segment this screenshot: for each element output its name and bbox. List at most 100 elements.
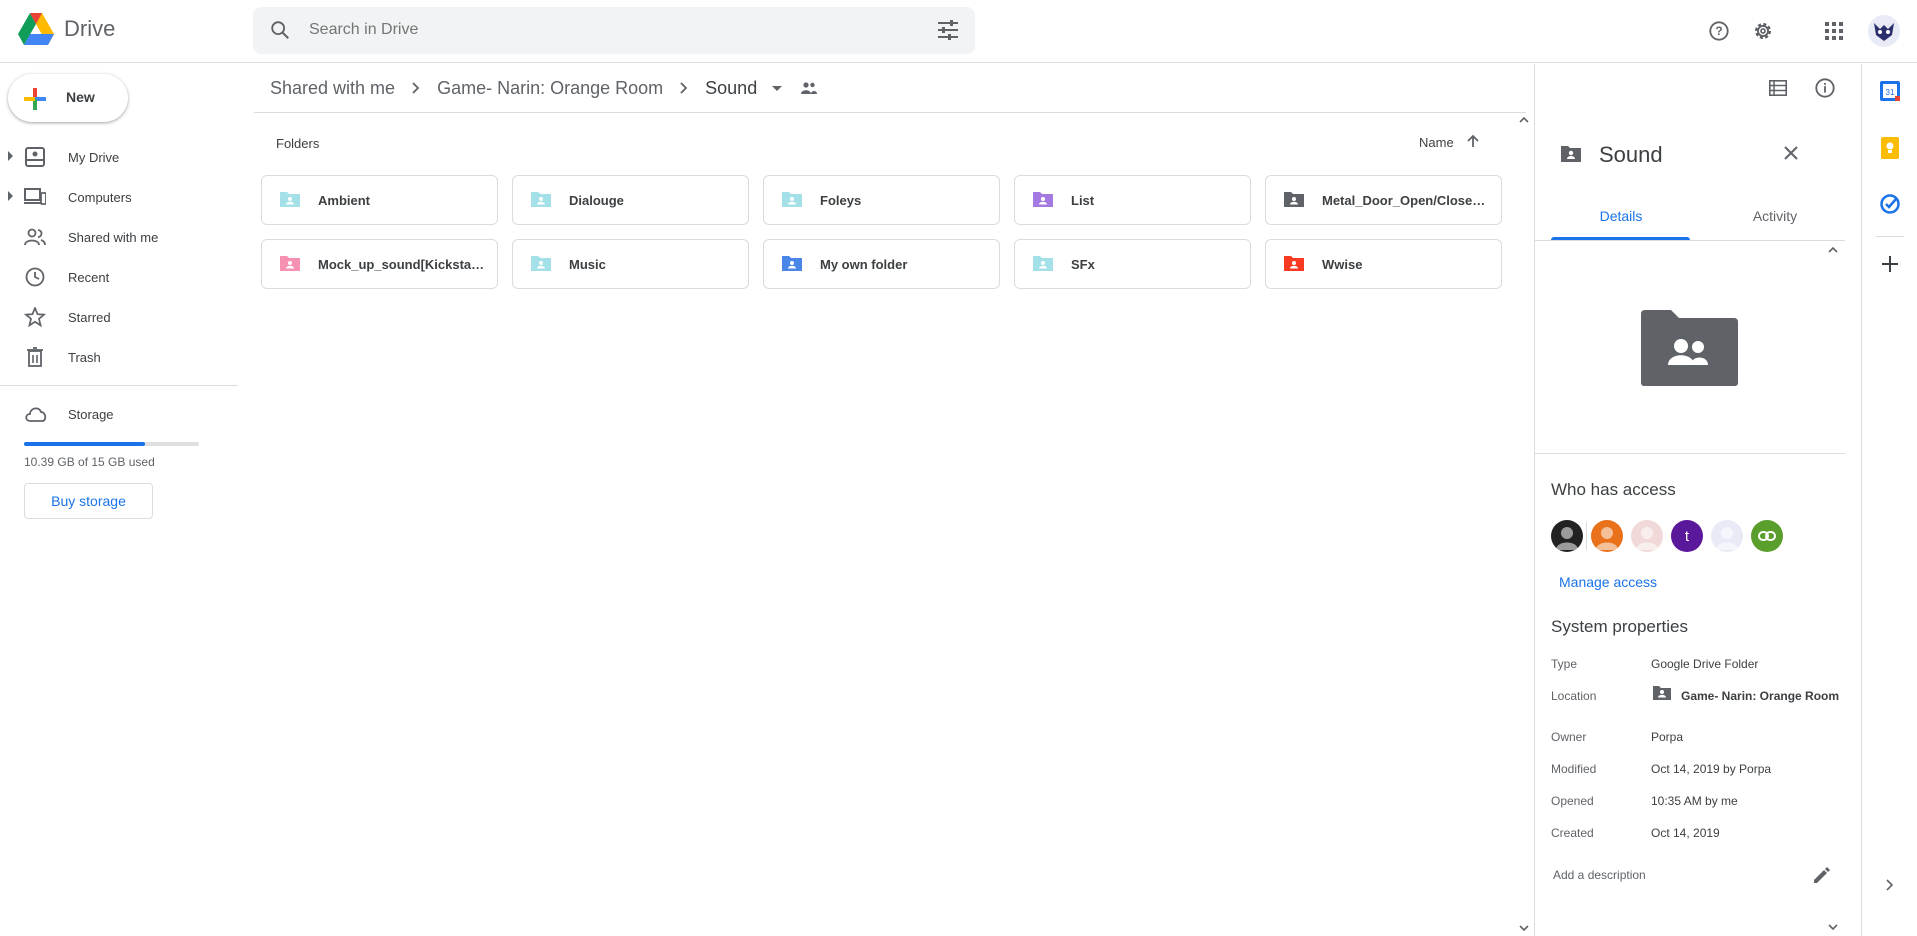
avatar-separator — [1586, 522, 1587, 550]
edit-pencil-icon[interactable] — [1813, 866, 1831, 884]
breadcrumb-current[interactable]: Sound — [689, 78, 763, 99]
folder-card[interactable]: Foleys — [763, 175, 1000, 225]
shared-folder-icon — [782, 192, 802, 207]
sidebar-item-starred[interactable]: Starred — [0, 301, 236, 333]
apps-button[interactable] — [1814, 11, 1854, 51]
folder-card[interactable]: Dialouge — [512, 175, 749, 225]
folder-card[interactable]: Music — [512, 239, 749, 289]
shared-folder-icon — [280, 256, 300, 271]
storage-label[interactable]: Storage — [68, 407, 114, 422]
tab-activity[interactable]: Activity — [1705, 208, 1845, 224]
drive-logo[interactable]: Drive — [18, 13, 115, 45]
trash-icon — [27, 347, 43, 367]
folder-card[interactable]: Ambient — [261, 175, 498, 225]
keep-app-button[interactable] — [1870, 128, 1910, 168]
user-avatar[interactable] — [1711, 520, 1743, 552]
folder-name: Wwise — [1322, 257, 1363, 272]
sidebar-item-recent[interactable]: Recent — [0, 261, 236, 293]
main-scrollbar[interactable] — [1517, 113, 1531, 936]
sidebar: New My Drive Computers Shared with me Re… — [0, 64, 240, 936]
tab-details[interactable]: Details — [1551, 208, 1691, 224]
buy-storage-button[interactable]: Buy storage — [24, 483, 153, 519]
tasks-app-button[interactable] — [1870, 184, 1910, 224]
storage-progress-bar — [24, 442, 199, 446]
sidebar-item-computers[interactable]: Computers — [0, 181, 236, 213]
folder-card[interactable]: Wwise — [1265, 239, 1502, 289]
prop-location-value[interactable]: Game- Narin: Orange Room — [1681, 689, 1839, 703]
folder-card[interactable]: SFx — [1014, 239, 1251, 289]
prop-owner-key: Owner — [1551, 730, 1587, 744]
prop-created-value: Oct 14, 2019 — [1651, 826, 1720, 840]
gear-icon — [1754, 22, 1772, 40]
add-description-field[interactable]: Add a description — [1553, 868, 1646, 882]
shared-folder-icon — [1033, 256, 1053, 271]
search-bar[interactable] — [253, 7, 975, 54]
scroll-down-icon[interactable] — [1517, 923, 1531, 933]
clock-icon — [25, 267, 45, 287]
search-icon[interactable] — [269, 19, 291, 41]
sidebar-item-my-drive[interactable]: My Drive — [0, 141, 236, 173]
sort-label[interactable]: Name — [1419, 135, 1454, 150]
user-avatar[interactable] — [1591, 520, 1623, 552]
help-button[interactable]: ? — [1699, 11, 1739, 51]
folder-card[interactable]: Mock_up_sound[Kickstarter] — [261, 239, 498, 289]
folder-card[interactable]: My own folder — [763, 239, 1000, 289]
caret-down-icon[interactable] — [767, 80, 787, 96]
scroll-up-icon[interactable] — [1517, 115, 1531, 125]
folder-card[interactable]: List — [1014, 175, 1251, 225]
sidebar-item-label: Trash — [68, 350, 101, 365]
sidebar-item-trash[interactable]: Trash — [0, 341, 236, 373]
calendar-day-label: 31 — [1886, 88, 1895, 97]
new-button[interactable]: New — [8, 74, 128, 122]
folder-name: List — [1071, 193, 1095, 208]
prop-type-key: Type — [1551, 657, 1578, 671]
hide-side-panel-button[interactable] — [1870, 865, 1910, 905]
panel-scroll-down-icon[interactable] — [1827, 922, 1839, 932]
close-details-button[interactable] — [1771, 133, 1811, 173]
manage-access-link[interactable]: Manage access — [1559, 574, 1657, 590]
prop-opened-value: 10:35 AM by me — [1651, 794, 1738, 808]
avatar-face-icon — [1716, 527, 1738, 550]
prop-opened-key: Opened — [1551, 794, 1594, 808]
link-icon — [1758, 531, 1776, 541]
arrow-up-icon[interactable] — [1466, 134, 1480, 148]
sidebar-item-label: My Drive — [68, 150, 120, 165]
tabs-divider — [1535, 240, 1845, 241]
preview-divider — [1535, 453, 1845, 454]
breadcrumb-item[interactable]: Shared with me — [254, 78, 411, 99]
user-avatar[interactable] — [1631, 520, 1663, 552]
close-icon — [1784, 146, 1798, 160]
calendar-app-button[interactable]: 31 — [1870, 71, 1910, 111]
panel-scroll-up-icon[interactable] — [1827, 245, 1839, 255]
main-content: Folders Name Ambient Dialouge Foleys List Me… — [254, 113, 1516, 936]
expand-caret-icon[interactable] — [8, 151, 13, 161]
folder-card[interactable]: Metal_Door_Open/Close_R... — [1265, 175, 1502, 225]
location-folder-icon — [1653, 686, 1671, 700]
folder-name: Foleys — [820, 193, 862, 208]
sidebar-item-shared-with-me[interactable]: Shared with me — [0, 221, 236, 253]
get-addons-button[interactable] — [1870, 244, 1910, 284]
system-properties-heading: System properties — [1551, 617, 1688, 636]
breadcrumb-item[interactable]: Game- Narin: Orange Room — [421, 78, 679, 99]
search-options-icon[interactable] — [937, 20, 959, 40]
chevron-right-icon — [680, 82, 688, 94]
user-avatar[interactable] — [1551, 520, 1583, 552]
expand-caret-icon[interactable] — [8, 191, 13, 201]
calendar-icon: 31 — [1880, 81, 1900, 101]
search-input[interactable] — [309, 17, 869, 43]
sidebar-divider — [0, 385, 238, 386]
account-avatar[interactable] — [1864, 11, 1904, 51]
drive-logo-icon — [18, 13, 54, 45]
avatar-face-icon — [1636, 527, 1658, 550]
details-panel: Sound Details Activity Who has access t … — [1534, 64, 1845, 936]
link-sharing-avatar[interactable] — [1751, 520, 1783, 552]
avatar-face-icon — [1556, 527, 1578, 550]
plus-icon — [1882, 256, 1898, 272]
sidebar-item-label: Starred — [68, 310, 111, 325]
shared-folder-icon — [531, 256, 551, 271]
prop-created-key: Created — [1551, 826, 1594, 840]
rail-divider — [1876, 236, 1904, 237]
new-button-label: New — [66, 89, 95, 105]
user-avatar[interactable]: t — [1671, 520, 1703, 552]
settings-button[interactable] — [1743, 11, 1783, 51]
